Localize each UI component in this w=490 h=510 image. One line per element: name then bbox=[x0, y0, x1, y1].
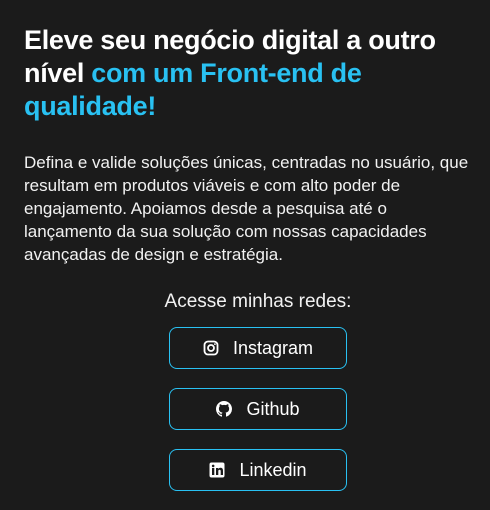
github-button[interactable]: Github bbox=[169, 388, 347, 430]
instagram-icon bbox=[203, 340, 219, 356]
github-icon bbox=[216, 401, 233, 417]
hero-section: Eleve seu negócio digital a outro nível … bbox=[24, 24, 474, 266]
instagram-button[interactable]: Instagram bbox=[169, 327, 347, 369]
instagram-label: Instagram bbox=[232, 337, 314, 358]
linkedin-button[interactable]: Linkedin bbox=[169, 449, 347, 491]
linkedin-label: Linkedin bbox=[239, 459, 307, 480]
social-title: Acesse minhas redes: bbox=[164, 291, 352, 312]
social-section: Acesse minhas redes: Instagram Github Li… bbox=[0, 290, 490, 510]
headline: Eleve seu negócio digital a outro nível … bbox=[24, 24, 474, 123]
linkedin-icon bbox=[209, 462, 225, 478]
github-label: Github bbox=[246, 398, 300, 419]
hero-description: Defina e valide soluções únicas, centrad… bbox=[24, 153, 469, 264]
